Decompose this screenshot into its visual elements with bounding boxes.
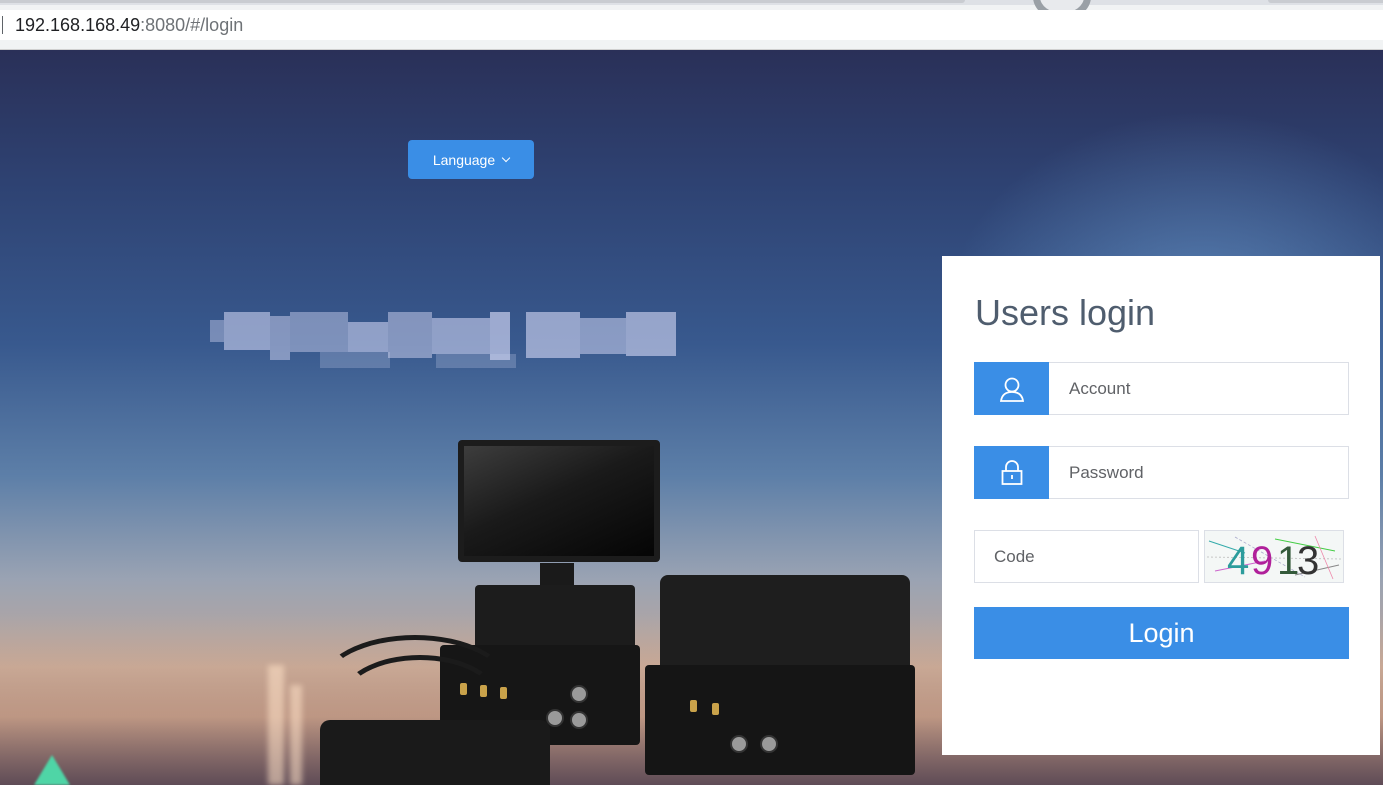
- blurred-system-title: [210, 312, 676, 372]
- login-button-label: Login: [1128, 617, 1195, 648]
- language-dropdown-button[interactable]: Language: [408, 140, 534, 179]
- product-devices-image: [300, 435, 940, 785]
- browser-tab[interactable]: [0, 0, 965, 3]
- password-icon-box: [974, 446, 1049, 499]
- account-field-row: [974, 362, 1349, 415]
- password-field-row: [974, 446, 1349, 499]
- address-bar[interactable]: 192.168.168.49 :8080/#/login: [0, 10, 1383, 40]
- captcha-digit: 1: [1277, 539, 1299, 582]
- captcha-digit: 9: [1251, 539, 1273, 582]
- text-cursor: [2, 16, 3, 34]
- captcha-digit: 3: [1297, 539, 1319, 582]
- monitor-device: [458, 440, 660, 562]
- captcha-image[interactable]: 4 9 1 3: [1204, 530, 1344, 583]
- lock-icon: [1001, 459, 1022, 485]
- captcha-code-input[interactable]: [974, 530, 1199, 583]
- tab-strip: [0, 0, 1383, 5]
- address-path: :8080/#/login: [140, 14, 244, 35]
- login-panel: Users login Account Code 4 9 1 3 Login: [942, 256, 1380, 755]
- password-input[interactable]: [1049, 446, 1349, 499]
- user-icon: [999, 377, 1024, 402]
- city-spire: [34, 755, 70, 785]
- browser-toolbar: 192.168.168.49 :8080/#/login: [0, 0, 1383, 50]
- login-button[interactable]: Login: [974, 607, 1349, 659]
- address-host: 192.168.168.49: [15, 14, 141, 35]
- city-tower: [268, 665, 284, 785]
- chevron-down-icon: [501, 153, 511, 163]
- login-page-background: Language Users login Account Code 4 9 1 …: [0, 50, 1383, 785]
- account-input[interactable]: [1049, 362, 1349, 415]
- login-title: Users login: [975, 292, 1156, 333]
- browser-tab[interactable]: [1268, 0, 1383, 3]
- account-icon-box: [974, 362, 1049, 415]
- captcha-digit: 4: [1227, 539, 1249, 582]
- language-button-label: Language: [432, 151, 496, 168]
